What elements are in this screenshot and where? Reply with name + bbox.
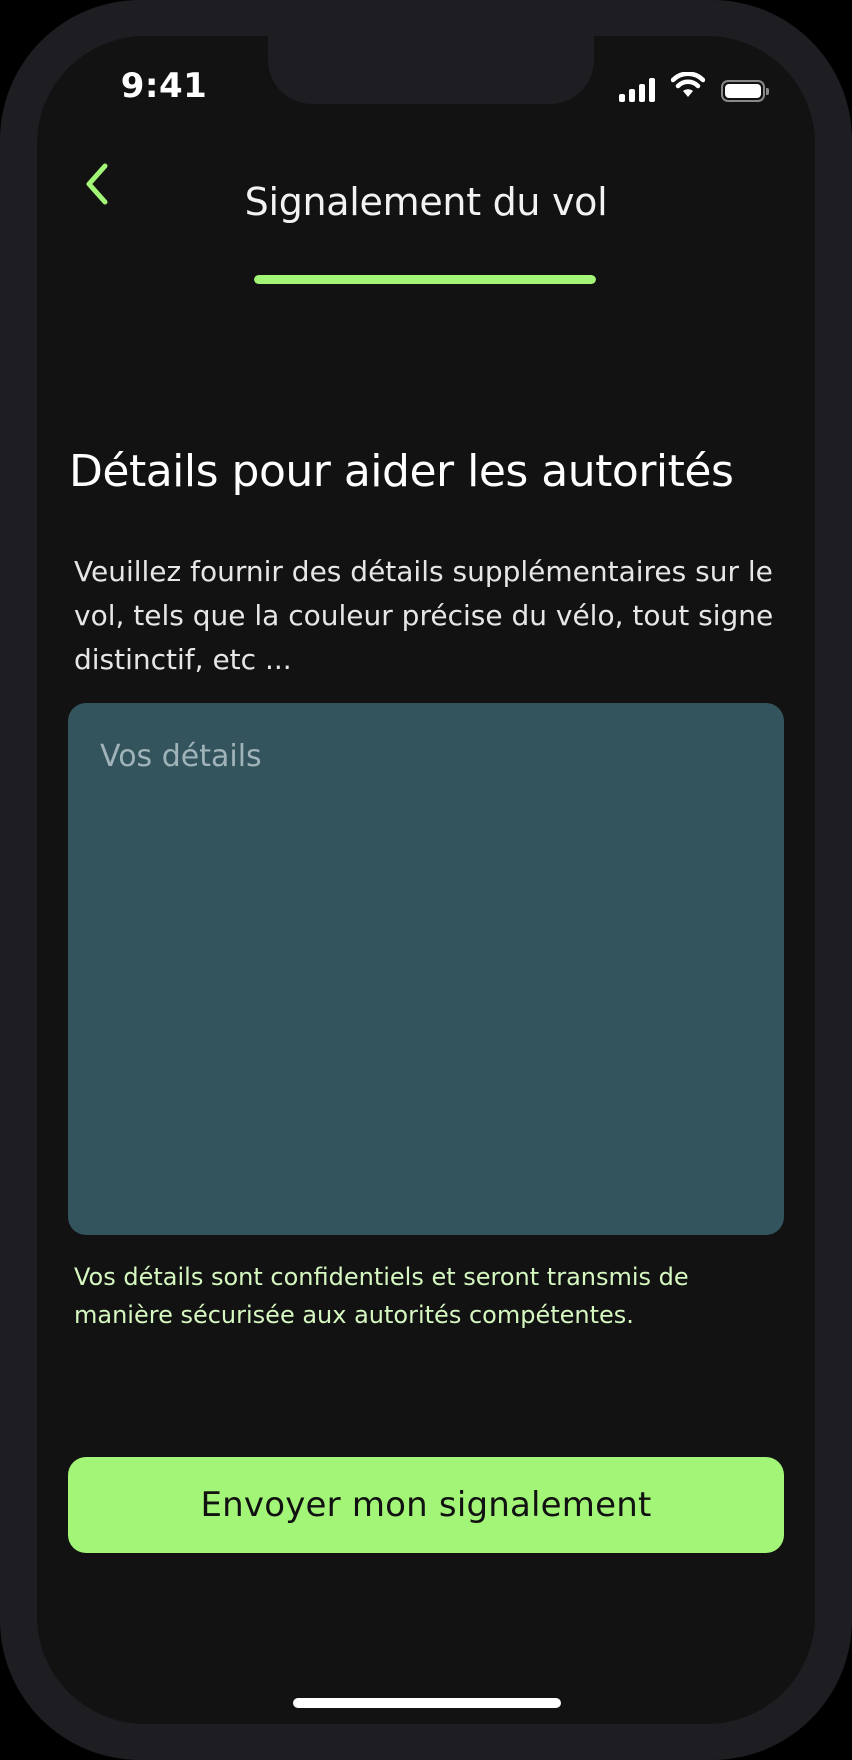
description-text: Veuillez fournir des détails supplémenta… <box>74 555 774 676</box>
status-icons <box>619 71 769 102</box>
section-title: Détails pour aider les autorités <box>69 446 734 497</box>
app-screen: 9:41 Signalement du vol Détails pour aid… <box>37 36 815 1724</box>
phone-frame: 9:41 Signalement du vol Détails pour aid… <box>0 0 852 1760</box>
confidentiality-note: Vos détails sont confidentiels et seront… <box>74 1263 689 1329</box>
status-time: 9:41 <box>120 66 208 106</box>
submit-report-button[interactable]: Envoyer mon signalement <box>68 1457 784 1553</box>
home-indicator <box>293 1698 561 1708</box>
details-textarea[interactable] <box>68 703 784 1235</box>
wifi-icon <box>670 71 706 102</box>
progress-bar-fill <box>254 275 596 284</box>
progress-bar <box>254 275 596 284</box>
cellular-signal-icon <box>619 78 655 102</box>
battery-icon <box>721 80 769 102</box>
device-notch <box>268 36 594 104</box>
page-title: Signalement du vol <box>244 180 608 224</box>
